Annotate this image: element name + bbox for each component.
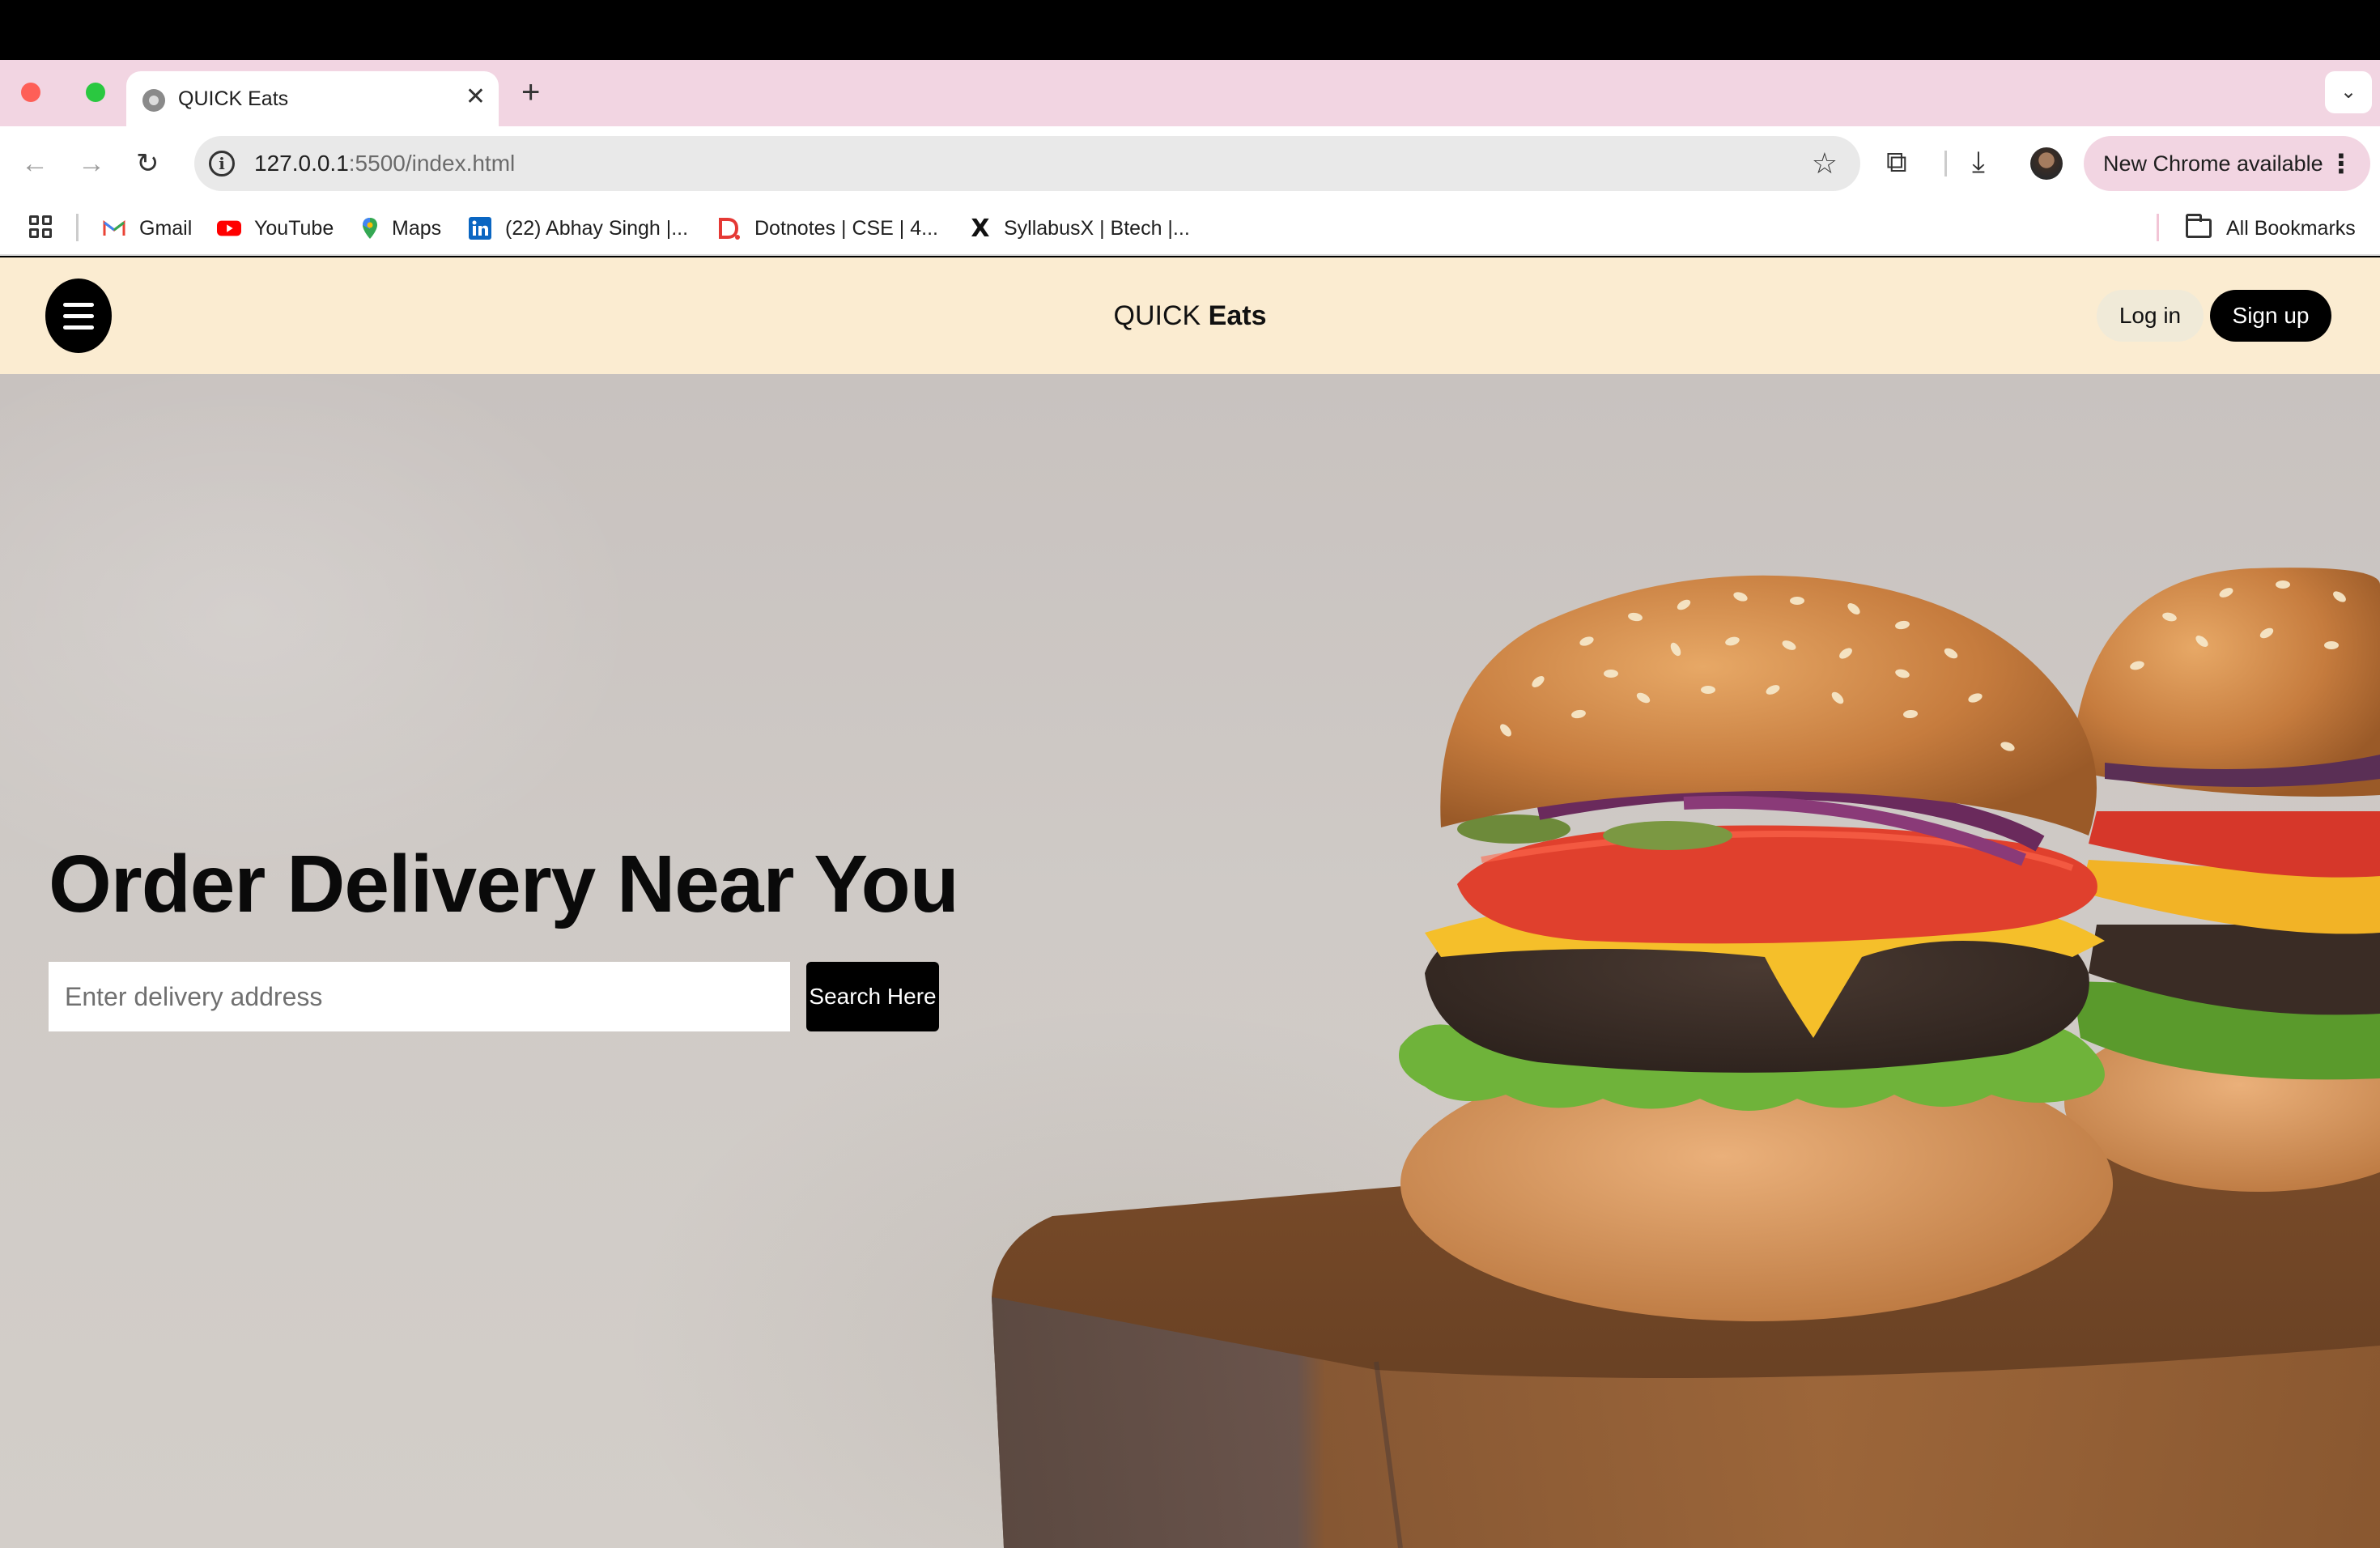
back-button[interactable]: ← <box>21 142 49 185</box>
hero-title: Order Delivery Near You <box>49 839 959 929</box>
tab-search-button[interactable]: ⌄ <box>2325 71 2372 113</box>
bookmarks-divider-right <box>2157 214 2159 241</box>
chrome-update-button[interactable]: New Chrome available ⋮ <box>2084 136 2370 191</box>
bookmark-star-icon[interactable]: ☆ <box>1812 146 1838 181</box>
hero-section: Order Delivery Near You Search Here <box>0 374 2380 1548</box>
delivery-address-input[interactable] <box>49 962 790 1031</box>
close-tab-icon[interactable]: ✕ <box>465 83 486 112</box>
apps-grid-icon[interactable] <box>29 215 53 240</box>
reload-icon: ↻ <box>136 148 159 179</box>
linkedin-icon <box>468 216 492 240</box>
x-icon: X <box>971 214 990 243</box>
forward-button[interactable]: → <box>78 142 105 185</box>
url-text[interactable]: 127.0.0.1:5500/index.html <box>254 149 515 178</box>
globe-icon <box>142 89 165 112</box>
close-window-button[interactable] <box>21 83 40 102</box>
site-logo[interactable]: QUICK Eats <box>0 298 2380 334</box>
burger-photo <box>992 568 2380 1548</box>
all-bookmarks-button[interactable]: All Bookmarks <box>2226 214 2356 243</box>
signup-button[interactable]: Sign up <box>2210 290 2331 342</box>
youtube-icon <box>217 216 241 240</box>
more-menu-icon[interactable]: ⋮ <box>2328 147 2354 180</box>
tab-title: QUICK Eats <box>178 87 289 110</box>
address-bar[interactable]: i 127.0.0.1:5500/index.html ☆ <box>194 136 1860 191</box>
folder-icon[interactable] <box>2186 214 2212 238</box>
minimize-window-button[interactable] <box>53 83 73 102</box>
gmail-icon <box>102 216 126 240</box>
maximize-window-button[interactable] <box>86 83 105 102</box>
profile-avatar[interactable] <box>2030 147 2063 180</box>
arrow-left-icon: ← <box>21 148 49 179</box>
login-button[interactable]: Log in <box>2097 290 2204 342</box>
reload-button[interactable]: ↻ <box>136 142 159 185</box>
new-tab-button[interactable]: + <box>521 74 540 110</box>
extensions-icon[interactable]: ⧉ <box>1886 144 1907 180</box>
bookmarks-bar <box>0 202 2380 256</box>
maps-icon <box>358 216 382 240</box>
chevron-down-icon: ⌄ <box>2340 81 2357 103</box>
arrow-right-icon: → <box>78 148 105 179</box>
chrome-update-label: New Chrome available <box>2103 151 2323 176</box>
site-info-icon[interactable]: i <box>209 151 235 176</box>
tab-quick-eats[interactable]: QUICK Eats ✕ <box>126 71 499 126</box>
toolbar-divider <box>1944 151 1947 176</box>
download-icon[interactable]: ⤓ <box>1972 144 1985 180</box>
dotnotes-icon <box>717 216 742 240</box>
search-button[interactable]: Search Here <box>806 962 939 1031</box>
screen-top-bar <box>0 0 2380 60</box>
bookmarks-divider <box>76 214 79 241</box>
